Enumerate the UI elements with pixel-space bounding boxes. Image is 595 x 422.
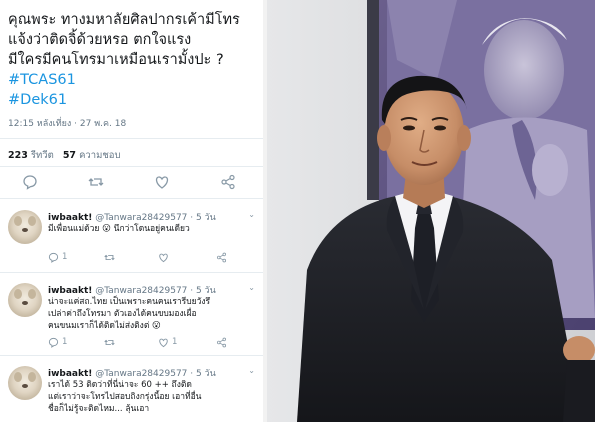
portrait-photo (267, 0, 595, 422)
reply-author-handle: @Tanwara28429577 · 5 วัน (95, 369, 216, 379)
retweet-icon[interactable] (104, 337, 115, 348)
tweet-line: แจ้งว่าติดจิ้ด้วยหรอ ตกใจแรง (8, 32, 192, 48)
chevron-down-icon[interactable]: ⌄ (248, 210, 255, 219)
reply-icon[interactable] (48, 337, 59, 348)
heart-icon[interactable] (158, 337, 169, 348)
reply-line: เปล่าค่าถึงโทรมา ตัวเองได้คนขบมองเผื่อ (48, 309, 197, 319)
chevron-down-icon[interactable]: ⌄ (248, 366, 255, 375)
reply-line: คนขนมเราก็ได้ติดไม่ส่งติงต่ 😮 (48, 321, 161, 331)
reply-count: 1 (62, 252, 68, 262)
reply-body: เราได้ 53 ติดว่าที่นี่น่าจะ 60 ++ ถึงติด… (48, 379, 256, 415)
hashtag-link[interactable]: #Dek61 (8, 90, 258, 110)
reply-header: iwbaakt! @Tanwara28429577 · 5 วัน (48, 210, 216, 224)
tweet-stats: 223 รีทวีต 57 ความชอบ (8, 148, 121, 163)
reply-body: น่าจะแค่สถ.ไทย เป็นเพราะคนคนเรารีบยวังรึ… (48, 296, 256, 332)
tweet-line: คุณพระ ทางมหาลัยศิลปากรเค้ามีโทร (8, 12, 240, 28)
reply-tweet[interactable]: iwbaakt! @Tanwara28429577 · 5 วัน ⌄ น่าจ… (0, 273, 263, 349)
reply-author-handle: @Tanwara28429577 · 5 วัน (95, 213, 216, 223)
heart-icon[interactable] (152, 174, 172, 192)
reply-header: iwbaakt! @Tanwara28429577 · 5 วัน (48, 283, 216, 297)
avatar[interactable] (8, 210, 42, 244)
reply-author-name[interactable]: iwbaakt! (48, 369, 92, 379)
hashtag-link[interactable]: #TCAS61 (8, 70, 258, 90)
retweet-label: รีทวีต (30, 150, 54, 161)
reply-author-name[interactable]: iwbaakt! (48, 286, 92, 296)
like-count: 1 (172, 337, 178, 347)
reply-count: 1 (62, 337, 68, 347)
tweet-line: มีใครมีคนโทรมาเหมือนเรามั้งปะ ? (8, 52, 224, 68)
retweet-icon[interactable] (104, 252, 115, 263)
tweet-actions (0, 174, 263, 194)
reply-line: ชื่อก็ไม่รู้จะติดไหม... ลุ้นเอา (48, 404, 150, 414)
avatar[interactable] (8, 283, 42, 317)
reply-line: แต่เราว่าจะโทรไปสอบถิงกรุ่งนี้อย เอาที่อ… (48, 392, 202, 402)
heart-icon[interactable] (158, 252, 169, 263)
reply-icon[interactable] (20, 174, 40, 192)
reply-line: น่าจะแค่สถ.ไทย เป็นเพราะคนคนเรารีบยวังรึ (48, 297, 211, 307)
divider (0, 198, 263, 199)
share-icon[interactable] (216, 337, 227, 348)
portrait-photo-graphic (267, 0, 595, 422)
divider (0, 138, 263, 139)
reply-tweet[interactable]: iwbaakt! @Tanwara28429577 · 5 วัน ⌄ มีเพ… (0, 200, 263, 276)
tweet-timestamp: 12:15 หลังเที่ยง · 27 พ.ค. 18 (8, 119, 127, 129)
reply-author-handle: @Tanwara28429577 · 5 วัน (95, 286, 216, 296)
avatar[interactable] (8, 366, 42, 400)
reply-line: มีเพื่อนแม่ด้วย 😮 นึกว่าโดนอยู่คนเดียว (48, 224, 190, 234)
reply-body: มีเพื่อนแม่ด้วย 😮 นึกว่าโดนอยู่คนเดียว (48, 223, 256, 235)
chevron-down-icon[interactable]: ⌄ (248, 283, 255, 292)
like-label: ความชอบ (79, 150, 121, 161)
reply-author-name[interactable]: iwbaakt! (48, 213, 92, 223)
reply-line: เราได้ 53 ติดว่าที่นี่น่าจะ 60 ++ ถึงติด (48, 380, 192, 390)
reply-header: iwbaakt! @Tanwara28429577 · 5 วัน (48, 366, 216, 380)
retweet-icon[interactable] (86, 174, 106, 192)
reply-actions: 1 (48, 252, 248, 266)
reply-actions: 1 1 (48, 337, 248, 351)
share-icon[interactable] (216, 252, 227, 263)
like-count[interactable]: 57 (63, 150, 76, 161)
tweet-panel: คุณพระ ทางมหาลัยศิลปากรเค้ามีโทร แจ้งว่า… (0, 0, 263, 422)
share-icon[interactable] (218, 174, 238, 192)
tweet-text: คุณพระ ทางมหาลัยศิลปากรเค้ามีโทร แจ้งว่า… (8, 10, 258, 110)
reply-tweet[interactable]: iwbaakt! @Tanwara28429577 · 5 วัน ⌄ เราไ… (0, 356, 263, 422)
reply-icon[interactable] (48, 252, 59, 263)
divider (0, 166, 263, 167)
retweet-count[interactable]: 223 (8, 150, 28, 161)
